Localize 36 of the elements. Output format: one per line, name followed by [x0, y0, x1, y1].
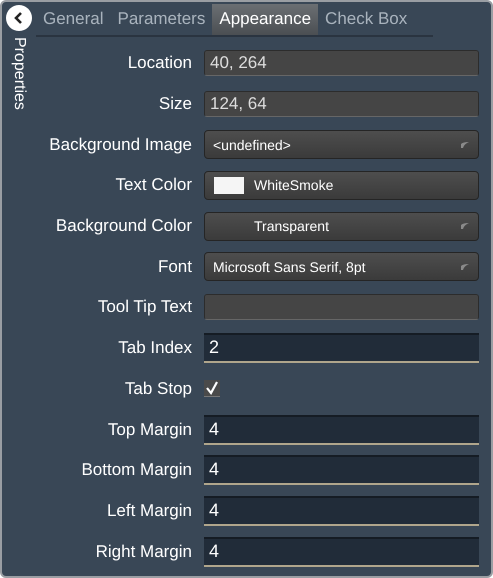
property-label: Tab Index: [117, 338, 192, 358]
number-field[interactable]: 4: [204, 536, 479, 567]
property-label: Background Color: [54, 216, 192, 236]
property-label: Tab Stop: [124, 378, 192, 399]
property-label: Size: [158, 94, 192, 114]
text-field[interactable]: [204, 294, 479, 320]
property-label: Left Margin: [106, 500, 192, 521]
property-label: Tool Tip Text: [96, 297, 192, 318]
text-field[interactable]: 40, 264: [204, 50, 479, 76]
property-label: Background Image: [48, 134, 192, 155]
color-dropdown[interactable]: Transparent: [204, 212, 479, 241]
dropdown[interactable]: Microsoft Sans Serif, 8pt: [204, 252, 479, 282]
checkbox[interactable]: [204, 380, 220, 398]
dropdown-arrow-icon: [460, 222, 470, 230]
sidebar-title: Properties: [10, 37, 28, 110]
back-button[interactable]: [6, 5, 32, 31]
number-field[interactable]: 4: [204, 496, 479, 526]
property-label: Bottom Margin: [80, 460, 192, 480]
tab[interactable]: General: [36, 4, 110, 35]
color-dropdown[interactable]: WhiteSmoke: [204, 170, 479, 200]
property-label: Font: [156, 256, 192, 277]
back-icon: [13, 12, 25, 24]
tab[interactable]: Parameters: [110, 4, 212, 35]
dropdown[interactable]: <undefined>: [204, 130, 479, 160]
tab[interactable]: Check Box: [318, 4, 414, 35]
dropdown-arrow-icon: [460, 262, 470, 271]
number-field[interactable]: 4: [204, 455, 479, 486]
property-label: Text Color: [114, 175, 192, 196]
property-label: Top Margin: [106, 420, 192, 440]
dropdown-arrow-icon: [460, 140, 470, 149]
tab[interactable]: Appearance: [212, 4, 318, 35]
number-field[interactable]: 2: [204, 333, 479, 364]
property-label: Location: [126, 53, 192, 74]
number-field[interactable]: 4: [204, 414, 479, 445]
text-field[interactable]: 124, 64: [204, 91, 479, 118]
property-label: Right Margin: [94, 542, 192, 562]
